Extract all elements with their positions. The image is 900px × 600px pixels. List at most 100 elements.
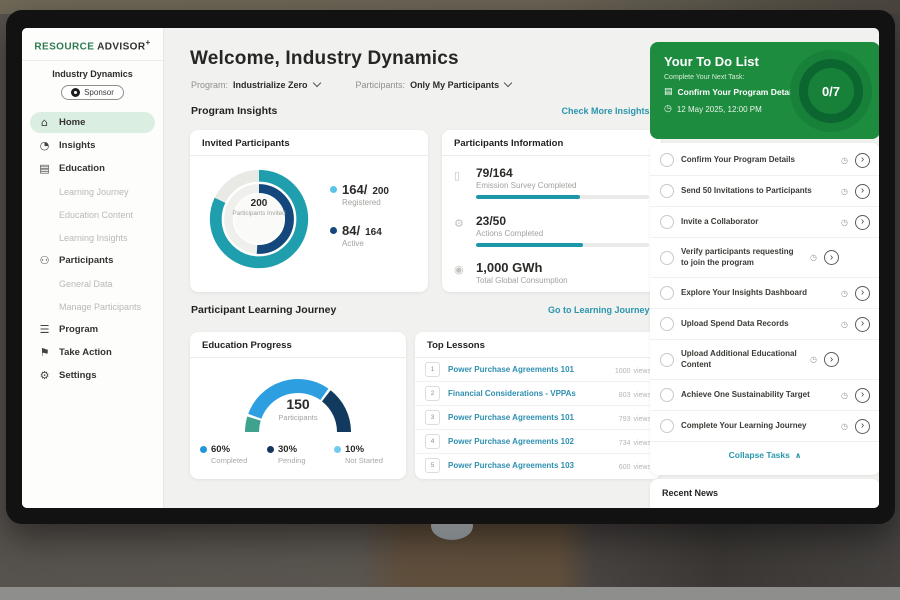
sidebar-item-label: Home <box>59 117 85 128</box>
chevron-right-icon[interactable]: › <box>855 419 870 434</box>
todo-item[interactable]: Send 50 Invitations to Participants ◷ › <box>650 176 879 207</box>
program-filter[interactable]: Program:Industrialize Zero <box>191 80 320 90</box>
lesson-row: 3 Power Purchase Agreements 101 793views <box>415 406 661 430</box>
sidebar-item-insights[interactable]: ◔Insights <box>30 135 155 156</box>
sidebar-item-home[interactable]: ⌂Home <box>30 112 155 133</box>
sidebar-item-general-data[interactable]: General Data <box>30 273 155 294</box>
sidebar-item-settings[interactable]: ⚙Settings <box>30 365 155 386</box>
chevron-right-icon[interactable]: › <box>855 388 870 403</box>
chevron-right-icon[interactable]: › <box>855 286 870 301</box>
sidebar-item-label: General Data <box>59 279 113 289</box>
sidebar-menu: ⌂Home ◔Insights ▤Education Learning Jour… <box>22 112 163 386</box>
info-row-consumption: ◉ 1,000 GWh Total Global Consumption <box>454 260 649 285</box>
legend-label: Pending <box>278 456 329 465</box>
sidebar-item-education[interactable]: ▤Education <box>30 158 155 179</box>
todo-item[interactable]: Upload Spend Data Records ◷ › <box>650 309 879 340</box>
chevron-right-icon[interactable]: › <box>855 153 870 168</box>
chevron-glyph: › <box>830 354 833 365</box>
sponsor-label: Sponsor <box>84 88 114 97</box>
info-value: 79/164 <box>476 166 649 180</box>
chevron-right-icon[interactable]: › <box>824 250 839 265</box>
lesson-rank: 1 <box>425 362 440 377</box>
todo-summary-card: Your To Do List Complete Your Next Task:… <box>650 42 879 139</box>
todo-subtitle: Complete Your Next Task: <box>664 74 744 81</box>
chevron-down-icon <box>312 79 320 87</box>
sidebar-item-program[interactable]: ☰Program <box>30 319 155 340</box>
clock-icon: ◷ <box>664 104 672 114</box>
sidebar-item-learning-journey[interactable]: Learning Journey <box>30 181 155 202</box>
checkbox[interactable] <box>660 153 674 167</box>
chevron-glyph: › <box>861 216 864 227</box>
chevron-right-icon[interactable]: › <box>824 352 839 367</box>
chevron-down-icon <box>504 79 512 87</box>
logo-plus: + <box>145 38 150 47</box>
registered-dot-icon <box>330 186 337 193</box>
legend-pct: 10% <box>345 444 364 455</box>
clock-icon: ◷ <box>841 320 848 329</box>
gauge-legend: 60% Completed 30% Pending 10% Not Starte… <box>200 444 396 465</box>
participants-filter[interactable]: Participants:Only My Participants <box>356 80 512 90</box>
checkbox[interactable] <box>660 184 674 198</box>
sidebar-item-participants[interactable]: ⚇Participants <box>30 250 155 271</box>
checkbox[interactable] <box>660 388 674 402</box>
monitor-bezel: RESOURCE ADVISOR+ Industry Dynamics Spon… <box>6 10 895 524</box>
section-title-program-insights: Program Insights <box>191 105 277 117</box>
lesson-link[interactable]: Power Purchase Agreements 101 <box>448 413 616 422</box>
checkbox[interactable] <box>660 317 674 331</box>
lesson-link[interactable]: Financial Considerations - VPPAs <box>448 389 616 398</box>
sidebar-item-education-content[interactable]: Education Content <box>30 204 155 225</box>
card-title: Participants Information <box>442 130 661 156</box>
collapse-tasks-link[interactable]: Collapse Tasks ∧ <box>650 442 879 468</box>
todo-item[interactable]: Achieve One Sustainability Target ◷ › <box>650 380 879 411</box>
survey-icon: ▯ <box>454 169 460 182</box>
lesson-link[interactable]: Power Purchase Agreements 102 <box>448 437 616 446</box>
sidebar-item-label: Insights <box>59 140 95 151</box>
todo-item[interactable]: Confirm Your Program Details ◷ › <box>650 145 879 176</box>
todo-item[interactable]: Upload Additional Educational Content ◷ … <box>650 340 879 380</box>
views-suffix: views <box>633 392 651 399</box>
checkbox[interactable] <box>660 251 674 265</box>
checkbox[interactable] <box>660 286 674 300</box>
checkbox[interactable] <box>660 419 674 433</box>
todo-due-date: ◷12 May 2025, 12:00 PM <box>664 104 762 114</box>
info-label: Actions Completed <box>476 229 649 238</box>
lesson-link[interactable]: Power Purchase Agreements 101 <box>448 365 612 374</box>
check-more-insights-link[interactable]: Check More Insights → <box>561 106 661 116</box>
chevron-glyph: › <box>830 252 833 263</box>
todo-item[interactable]: Explore Your Insights Dashboard ◷ › <box>650 278 879 309</box>
app-logo: RESOURCE ADVISOR+ <box>22 38 163 52</box>
chevron-glyph: › <box>861 287 864 298</box>
checkbox[interactable] <box>660 215 674 229</box>
todo-item[interactable]: Invite a Collaborator ◷ › <box>650 207 879 238</box>
sidebar-item-label: Participants <box>59 255 113 266</box>
link-label: Go to Learning Journey <box>548 305 650 315</box>
donut-legend: 164/200 Registered 84/164 Active <box>330 182 389 264</box>
info-label: Emission Survey Completed <box>476 181 649 190</box>
sidebar-item-take-action[interactable]: ⚑Take Action <box>30 342 155 363</box>
chevron-right-icon[interactable]: › <box>855 215 870 230</box>
go-to-learning-journey-link[interactable]: Go to Learning Journey → <box>548 305 661 315</box>
chevron-right-icon[interactable]: › <box>855 184 870 199</box>
checkbox[interactable] <box>660 353 674 367</box>
lesson-row: 2 Financial Considerations - VPPAs 803vi… <box>415 382 661 406</box>
clock-icon: ◷ <box>841 422 848 431</box>
invited-participants-card: Invited Participants 200 Participants In… <box>190 130 428 292</box>
lesson-link[interactable]: Power Purchase Agreements 103 <box>448 461 616 470</box>
active-dot-icon <box>330 227 337 234</box>
sponsor-badge[interactable]: Sponsor <box>61 85 124 100</box>
legend-pct: 30% <box>278 444 297 455</box>
sidebar-item-learning-insights[interactable]: Learning Insights <box>30 227 155 248</box>
invited-donut-chart: 200 Participants Invited <box>200 160 318 278</box>
sidebar-item-label: Education <box>59 163 105 174</box>
sidebar-item-manage-participants[interactable]: Manage Participants <box>30 296 155 317</box>
todo-item[interactable]: Complete Your Learning Journey ◷ › <box>650 411 879 442</box>
sidebar-item-label: Learning Journey <box>59 187 129 197</box>
chevron-glyph: › <box>861 318 864 329</box>
card-title: Education Progress <box>190 332 406 358</box>
todo-progress-value: 0/7 <box>822 84 840 99</box>
chevron-right-icon[interactable]: › <box>855 317 870 332</box>
todo-item[interactable]: Verify participants requesting to join t… <box>650 238 879 278</box>
views-suffix: views <box>633 464 651 471</box>
todo-item-label: Confirm Your Program Details <box>681 151 834 170</box>
settings-icon: ⚙ <box>38 369 51 382</box>
